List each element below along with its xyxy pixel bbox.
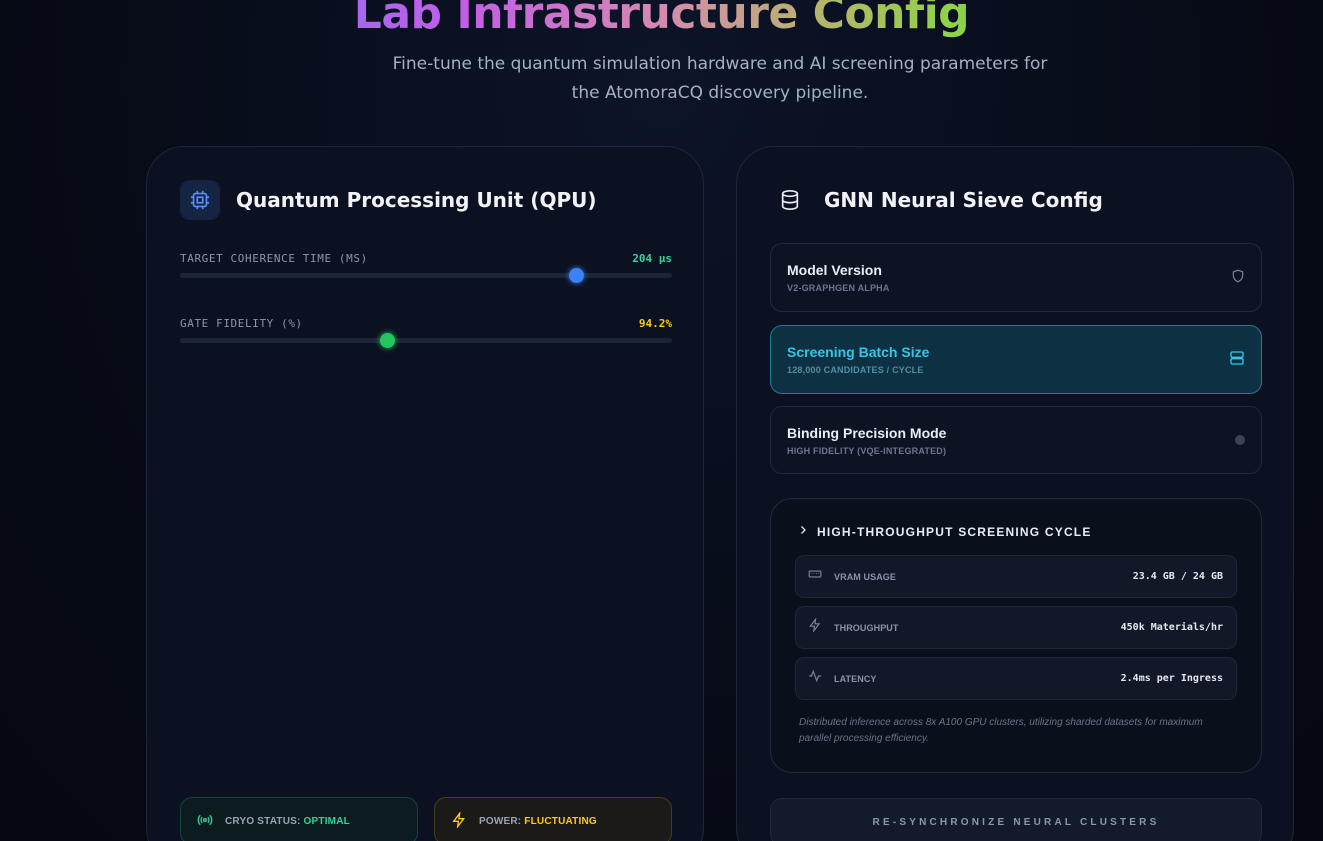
option-batch-size[interactable]: Screening Batch Size 128,000 CANDIDATES … — [770, 325, 1262, 394]
metric-value: 2.4ms per Ingress — [1120, 673, 1223, 684]
metric-label: THROUGHPUT — [834, 622, 899, 633]
dot-indicator — [1235, 435, 1245, 445]
metric-vram: VRAM USAGE 23.4 GB / 24 GB — [795, 555, 1237, 598]
option-subtitle: V2-GRAPHGEN ALPHA — [787, 283, 890, 293]
option-subtitle: 128,000 CANDIDATES / CYCLE — [787, 365, 924, 375]
coherence-thumb[interactable] — [569, 268, 585, 283]
option-title: Binding Precision Mode — [787, 425, 947, 441]
chevron-right-icon — [797, 524, 809, 539]
metric-label: LATENCY — [834, 673, 877, 684]
fidelity-thumb[interactable] — [379, 333, 395, 348]
qpu-title: Quantum Processing Unit (QPU) — [236, 188, 597, 212]
fidelity-value: 94.2% — [638, 317, 672, 330]
option-binding-precision[interactable]: Binding Precision Mode HIGH FIDELITY (VQ… — [770, 406, 1262, 474]
power-status-value: FLUCTUATING — [524, 815, 597, 827]
cryo-status-value: OPTIMAL — [303, 815, 350, 827]
cycle-title: HIGH-THROUGHPUT SCREENING CYCLE — [817, 524, 1092, 539]
metric-value: 23.4 GB / 24 GB — [1132, 571, 1223, 582]
cpu-icon — [180, 180, 220, 220]
option-model-version[interactable]: Model Version V2-GRAPHGEN ALPHA — [770, 243, 1262, 312]
cycle-header[interactable]: HIGH-THROUGHPUT SCREENING CYCLE — [797, 524, 1092, 539]
cryo-label: CRYO STATUS: — [225, 815, 304, 827]
radio-signal-icon — [197, 812, 213, 831]
fidelity-label: GATE FIDELITY (%) — [180, 317, 303, 330]
activity-icon — [808, 669, 822, 688]
coherence-track[interactable] — [180, 273, 672, 278]
gnn-title: GNN Neural Sieve Config — [824, 188, 1103, 212]
metric-latency: LATENCY 2.4ms per Ingress — [795, 657, 1237, 700]
option-title: Screening Batch Size — [787, 344, 930, 360]
lightning-icon — [808, 617, 822, 637]
server-icon — [1229, 350, 1245, 371]
option-title: Model Version — [787, 262, 882, 278]
power-label: POWER: — [479, 815, 525, 827]
database-icon — [770, 180, 810, 220]
memory-icon — [808, 567, 822, 586]
coherence-value: 204 µs — [632, 252, 672, 265]
resync-button[interactable]: RE-SYNCHRONIZE NEURAL CLUSTERS — [770, 798, 1262, 841]
page-subtitle: Fine-tune the quantum simulation hardwar… — [392, 54, 1048, 103]
metric-throughput: THROUGHPUT 450k Materials/hr — [795, 606, 1237, 649]
page-title: Lab Infrastructure Config — [0, 0, 1323, 44]
metric-label: VRAM USAGE — [834, 571, 897, 582]
fidelity-slider[interactable]: GATE FIDELITY (%) 94.2% — [180, 317, 672, 348]
fidelity-track[interactable] — [180, 338, 672, 343]
power-status: POWER: FLUCTUATING — [434, 797, 672, 841]
metric-value: 450k Materials/hr — [1120, 622, 1223, 633]
lightning-icon — [451, 810, 467, 831]
cryo-status: CRYO STATUS: OPTIMAL — [180, 797, 418, 841]
qpu-card: Quantum Processing Unit (QPU) TARGET COH… — [146, 146, 704, 841]
option-subtitle: HIGH FIDELITY (VQE-INTEGRATED) — [787, 446, 947, 456]
coherence-label: TARGET COHERENCE TIME (MS) — [180, 252, 368, 265]
gnn-card: GNN Neural Sieve Config Model Version V2… — [736, 146, 1294, 841]
cycle-note: Distributed inference across 8x A100 GPU… — [799, 717, 1203, 744]
screening-cycle-panel: HIGH-THROUGHPUT SCREENING CYCLE VRAM USA… — [770, 498, 1262, 773]
shield-icon — [1231, 268, 1245, 289]
coherence-slider[interactable]: TARGET COHERENCE TIME (MS) 204 µs — [180, 252, 672, 283]
